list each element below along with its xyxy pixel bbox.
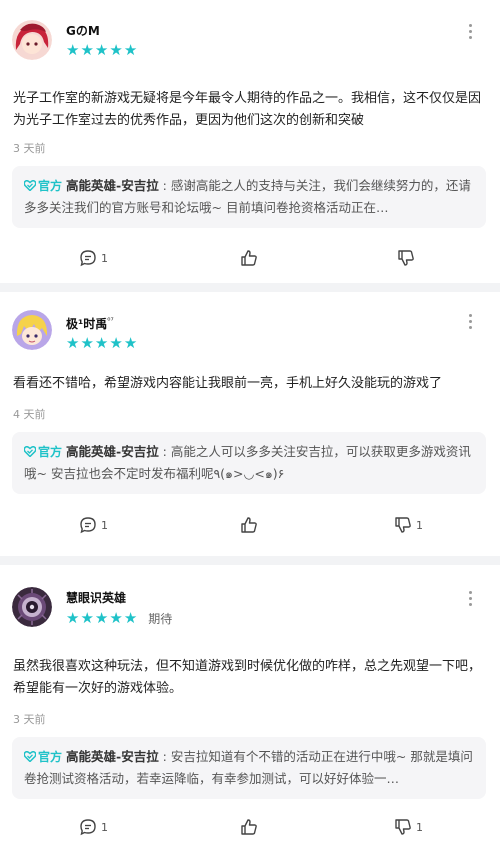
like-button[interactable]: [240, 818, 262, 836]
dislike-button[interactable]: 1: [394, 516, 423, 534]
official-reply[interactable]: 官方 高能英雄-安吉拉 : 感谢高能之人的支持与关注，我们会继续努力的，还请多多…: [12, 166, 486, 228]
replier-name[interactable]: 高能英雄-安吉拉: [66, 178, 159, 193]
like-button[interactable]: [240, 249, 262, 267]
comment-count: 1: [101, 518, 108, 532]
star-icon: ★: [80, 609, 94, 627]
user-meta: GのM ★ ★ ★ ★ ★: [66, 20, 138, 58]
review-header: GのM ★ ★ ★ ★ ★: [12, 20, 486, 60]
action-bar: 1 1: [0, 818, 500, 838]
more-icon[interactable]: [468, 314, 472, 332]
review-card: GのM ★ ★ ★ ★ ★ 光子工作室的新游戏无疑将是今年最令人期待的作品之一。我相信，…: [0, 0, 500, 283]
thumbs-up-icon: [241, 517, 257, 533]
star-icon: ★: [80, 41, 94, 59]
star-icon: ★: [80, 334, 94, 352]
star-icon: ★: [66, 41, 80, 59]
avatar[interactable]: [12, 587, 52, 627]
rating-stars: ★ ★ ★ ★ ★ 期待: [66, 610, 172, 627]
user-meta: 慧眼识英雄 ★ ★ ★ ★ ★ 期待: [66, 587, 172, 627]
avatar[interactable]: [12, 310, 52, 350]
comment-icon: [80, 819, 96, 836]
star-icon: ★: [66, 334, 80, 352]
star-icon: ★: [94, 41, 109, 59]
comment-button[interactable]: 1: [79, 818, 108, 836]
star-icon: ★: [109, 41, 123, 59]
heart-icon: [24, 180, 36, 191]
star-icon: ★: [123, 334, 138, 352]
review-card: 慧眼识英雄 ★ ★ ★ ★ ★ 期待 虽然我很喜欢这种玩法，但不知道游戏到时候优化做的咋…: [0, 565, 500, 841]
heart-icon: [24, 446, 36, 457]
comment-button[interactable]: 1: [79, 249, 108, 267]
star-icon: ★: [94, 609, 109, 627]
replier-name[interactable]: 高能英雄-安吉拉: [66, 444, 159, 459]
review-time: 4 天前: [13, 408, 46, 421]
official-reply[interactable]: 官方 高能英雄-安吉拉 : 高能之人可以多多关注安吉拉，可以获取更多游戏资讯哦~…: [12, 432, 486, 494]
dislike-count: 1: [416, 518, 423, 532]
thumbs-up-icon: [241, 250, 257, 266]
comment-button[interactable]: 1: [79, 516, 108, 534]
dislike-button[interactable]: 1: [394, 818, 423, 836]
username[interactable]: GのM: [66, 23, 138, 39]
dislike-count: 1: [416, 820, 423, 834]
thumbs-down-icon: [395, 819, 411, 835]
official-badge: 官方: [24, 179, 62, 193]
star-icon: ★: [123, 41, 138, 59]
review-time: 3 天前: [13, 142, 46, 155]
more-icon[interactable]: [468, 591, 472, 609]
star-icon: ★: [94, 334, 109, 352]
review-content: 看看还不错哈，希望游戏内容能让我眼前一亮，手机上好久没能玩的游戏了: [13, 376, 443, 391]
comment-icon: [80, 517, 96, 534]
star-icon: ★: [109, 334, 123, 352]
action-bar: 1: [0, 249, 500, 269]
star-icon: ★: [66, 609, 80, 627]
heart-icon: [24, 751, 36, 762]
dislike-button[interactable]: [397, 249, 419, 267]
star-icon: ★: [109, 609, 123, 627]
comment-count: 1: [101, 820, 108, 834]
like-button[interactable]: [240, 516, 262, 534]
official-badge: 官方: [24, 445, 62, 459]
comment-icon: [80, 250, 96, 267]
avatar[interactable]: [12, 20, 52, 60]
review-status: 期待: [148, 612, 173, 626]
review-content: 虽然我很喜欢这种玩法，但不知道游戏到时候优化做的咋样，总之先观望一下吧，希望能有…: [13, 659, 482, 696]
review-header: 慧眼识英雄 ★ ★ ★ ★ ★ 期待: [12, 587, 486, 627]
review-content: 光子工作室的新游戏无疑将是今年最令人期待的作品之一。我相信，这不仅仅是因为光子工…: [13, 91, 482, 128]
more-icon[interactable]: [468, 24, 472, 42]
official-reply[interactable]: 官方 高能英雄-安吉拉 : 安吉拉知道有个不错的活动正在进行中哦~ 那就是填问卷…: [12, 737, 486, 799]
rating-stars: ★ ★ ★ ★ ★: [66, 336, 138, 351]
official-badge: 官方: [24, 750, 62, 764]
review-header: 极¹时禹⁰⁷ ★ ★ ★ ★ ★: [12, 310, 486, 351]
star-icon: ★: [123, 609, 138, 627]
thumbs-down-icon: [395, 517, 411, 533]
replier-name[interactable]: 高能英雄-安吉拉: [66, 749, 159, 764]
review-card: 极¹时禹⁰⁷ ★ ★ ★ ★ ★ 看看还不错哈，希望游戏内容能让我眼前一亮，手机上好久没…: [0, 292, 500, 556]
action-bar: 1 1: [0, 516, 500, 536]
username[interactable]: 极¹时禹⁰⁷: [66, 313, 138, 332]
thumbs-down-icon: [398, 250, 414, 266]
comment-count: 1: [101, 251, 108, 265]
thumbs-up-icon: [241, 819, 257, 835]
username[interactable]: 慧眼识英雄: [66, 590, 172, 606]
rating-stars: ★ ★ ★ ★ ★: [66, 43, 138, 58]
review-time: 3 天前: [13, 713, 46, 726]
user-meta: 极¹时禹⁰⁷ ★ ★ ★ ★ ★: [66, 310, 138, 351]
